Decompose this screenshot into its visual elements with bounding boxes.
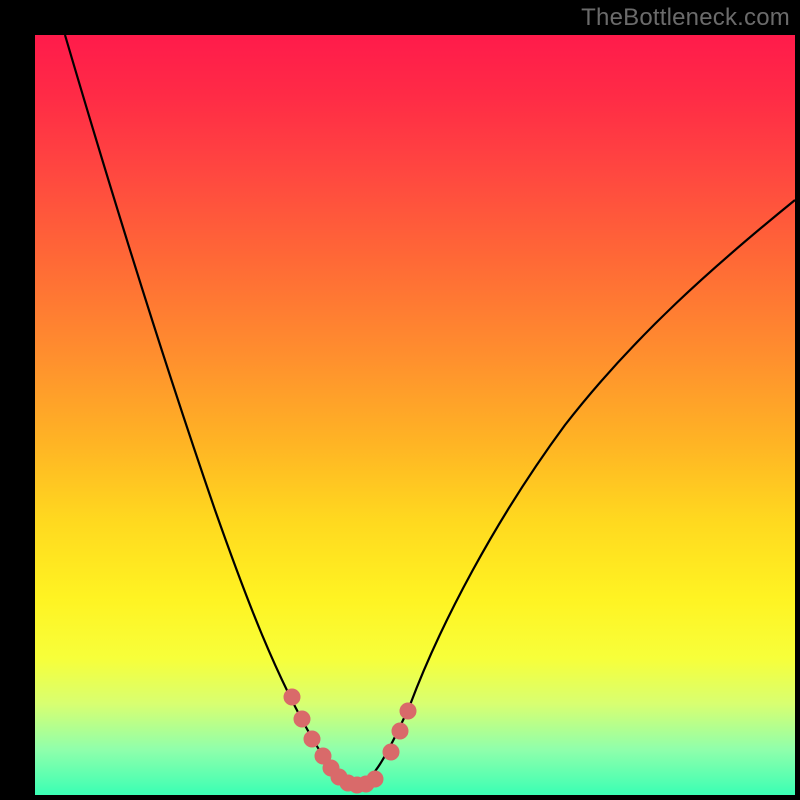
chart-frame: TheBottleneck.com — [0, 0, 800, 800]
highlight-dots — [284, 689, 416, 793]
bottleneck-curve — [65, 35, 795, 785]
watermark-text: TheBottleneck.com — [581, 4, 790, 32]
plot-area — [35, 35, 795, 795]
curve-layer — [35, 35, 795, 795]
